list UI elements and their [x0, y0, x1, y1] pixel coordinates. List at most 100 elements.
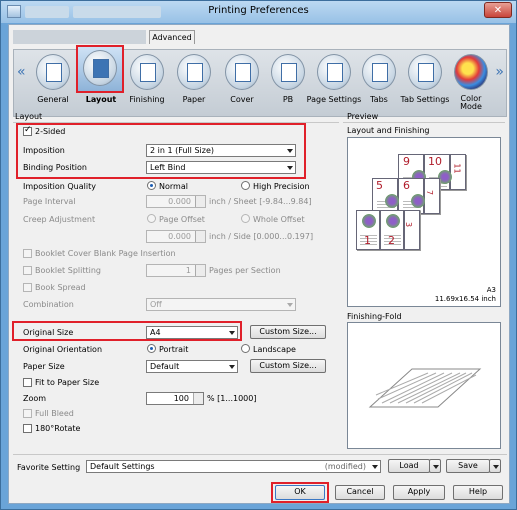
spinner-arrows-icon[interactable]	[195, 196, 205, 207]
cancel-button[interactable]: Cancel	[335, 485, 385, 500]
combination-select[interactable]: Off	[146, 298, 296, 311]
rotate180-label[interactable]: 180°Rotate	[35, 424, 80, 433]
favorite-setting-select[interactable]: Default Settings (modified)	[86, 460, 381, 473]
page-number-10: 10	[428, 155, 442, 168]
scroll-left-icon[interactable]: «	[17, 64, 26, 80]
page-settings-icon[interactable]	[317, 54, 351, 90]
whole-offset-label[interactable]: Whole Offset	[253, 215, 305, 224]
paper-size-select[interactable]: Default	[146, 360, 238, 373]
finishing-icon[interactable]	[130, 54, 164, 90]
page-interval-value: 0.000	[168, 197, 191, 206]
zoom-label: Zoom	[23, 394, 47, 403]
favorite-setting-value: Default Settings	[90, 462, 155, 471]
layout-icon[interactable]	[83, 50, 117, 86]
title-bar[interactable]: Printing Preferences ✕	[1, 1, 516, 23]
flower-illustration	[411, 194, 425, 208]
spinner-arrows-icon[interactable]	[195, 231, 205, 242]
load-button[interactable]: Load	[388, 459, 430, 473]
fit-to-paper-checkbox[interactable]	[23, 378, 32, 387]
full-bleed-label[interactable]: Full Bleed	[35, 409, 74, 418]
chevron-down-icon	[229, 365, 235, 369]
fit-to-paper-label[interactable]: Fit to Paper Size	[35, 378, 99, 387]
flower-illustration	[362, 214, 376, 228]
feature-icon-bar: « » General Layout Finishing Paper Cover…	[13, 45, 507, 117]
redacted-tab-1[interactable]	[13, 30, 146, 44]
spinner-arrows-icon[interactable]	[195, 265, 205, 276]
page-number-9: 9	[403, 155, 410, 168]
booklet-splitting-value: 1	[185, 266, 191, 275]
tab-settings-label[interactable]: Tab Settings	[395, 95, 455, 104]
booklet-cover-blank-label[interactable]: Booklet Cover Blank Page Insertion	[35, 249, 176, 258]
zoom-spinner[interactable]: 100	[146, 392, 204, 405]
layout-selected-highlight[interactable]	[76, 45, 124, 93]
ok-highlight	[271, 482, 329, 503]
general-icon[interactable]	[36, 54, 70, 90]
booklet-splitting-label[interactable]: Booklet Splitting	[35, 266, 101, 275]
fold-diagram	[368, 368, 482, 408]
landscape-label[interactable]: Landscape	[253, 345, 296, 354]
creep-spinner[interactable]: 0.000	[146, 230, 206, 243]
cover-icon[interactable]	[225, 54, 259, 90]
load-dropdown-icon[interactable]	[429, 459, 441, 473]
landscape-radio[interactable]	[241, 344, 250, 353]
whole-offset-radio[interactable]	[241, 214, 250, 223]
scroll-right-icon[interactable]: »	[495, 64, 504, 80]
quality-high-label[interactable]: High Precision	[253, 182, 310, 191]
booklet-cover-blank-checkbox[interactable]	[23, 249, 32, 258]
pb-icon[interactable]	[271, 54, 305, 90]
page-offset-radio[interactable]	[147, 214, 156, 223]
quality-normal-radio[interactable]	[147, 181, 156, 190]
paper-custom-size-button[interactable]: Custom Size...	[250, 359, 326, 373]
page-number-2: 2	[388, 234, 395, 247]
close-button[interactable]: ✕	[484, 2, 512, 18]
page-offset-label[interactable]: Page Offset	[159, 215, 205, 224]
help-button[interactable]: Help	[453, 485, 503, 500]
original-custom-size-button[interactable]: Custom Size...	[250, 325, 326, 339]
save-button[interactable]: Save	[446, 459, 490, 473]
paper-name: A3	[486, 286, 496, 294]
zoom-unit: % [1...1000]	[207, 394, 257, 403]
paper-icon[interactable]	[177, 54, 211, 90]
color-mode-label[interactable]: Color Mode	[451, 95, 491, 111]
tab-advanced[interactable]: Advanced	[149, 30, 195, 44]
booklet-splitting-checkbox[interactable]	[23, 266, 32, 275]
creep-adjustment-label: Creep Adjustment	[23, 215, 96, 224]
chevron-down-icon	[287, 303, 293, 307]
window-title: Printing Preferences	[208, 5, 309, 16]
chevron-down-icon	[372, 465, 378, 469]
creep-unit: inch / Side [0.000...0.197]	[209, 232, 314, 241]
combination-value: Off	[150, 300, 162, 309]
color-mode-icon[interactable]	[454, 54, 488, 90]
booklet-splitting-spinner[interactable]: 1	[146, 264, 206, 277]
quality-normal-label[interactable]: Normal	[159, 182, 188, 191]
tabs-icon[interactable]	[362, 54, 396, 90]
spinner-arrows-icon[interactable]	[193, 393, 203, 404]
portrait-label[interactable]: Portrait	[159, 345, 188, 354]
preview-page-7	[424, 178, 440, 214]
tab-settings-icon[interactable]	[408, 54, 442, 90]
page-interval-label: Page Interval	[23, 197, 76, 206]
layout-group-title: Layout	[15, 112, 43, 121]
favorite-divider	[13, 454, 507, 455]
full-bleed-checkbox[interactable]	[23, 409, 32, 418]
combination-label: Combination	[23, 300, 74, 309]
rotate180-checkbox[interactable]	[23, 424, 32, 433]
quality-high-radio[interactable]	[241, 181, 250, 190]
original-orientation-label: Original Orientation	[23, 345, 103, 354]
original-size-highlight	[12, 321, 242, 341]
flower-illustration	[385, 194, 399, 208]
page-number-6: 6	[403, 179, 410, 192]
two-sided-highlight	[16, 123, 306, 179]
save-dropdown-icon[interactable]	[489, 459, 501, 473]
flower-illustration	[386, 214, 400, 228]
portrait-radio[interactable]	[147, 344, 156, 353]
book-spread-label[interactable]: Book Spread	[35, 283, 86, 292]
page-interval-spinner[interactable]: 0.000	[146, 195, 206, 208]
apply-button[interactable]: Apply	[393, 485, 445, 500]
printing-preferences-window: Printing Preferences ✕ Advanced « » Gene…	[0, 0, 517, 510]
book-spread-checkbox[interactable]	[23, 283, 32, 292]
page-number-1: 1	[364, 234, 371, 247]
page-number-3: 3	[404, 221, 414, 228]
fold-preview-pane	[347, 322, 501, 449]
modified-indicator: (modified)	[324, 462, 366, 471]
